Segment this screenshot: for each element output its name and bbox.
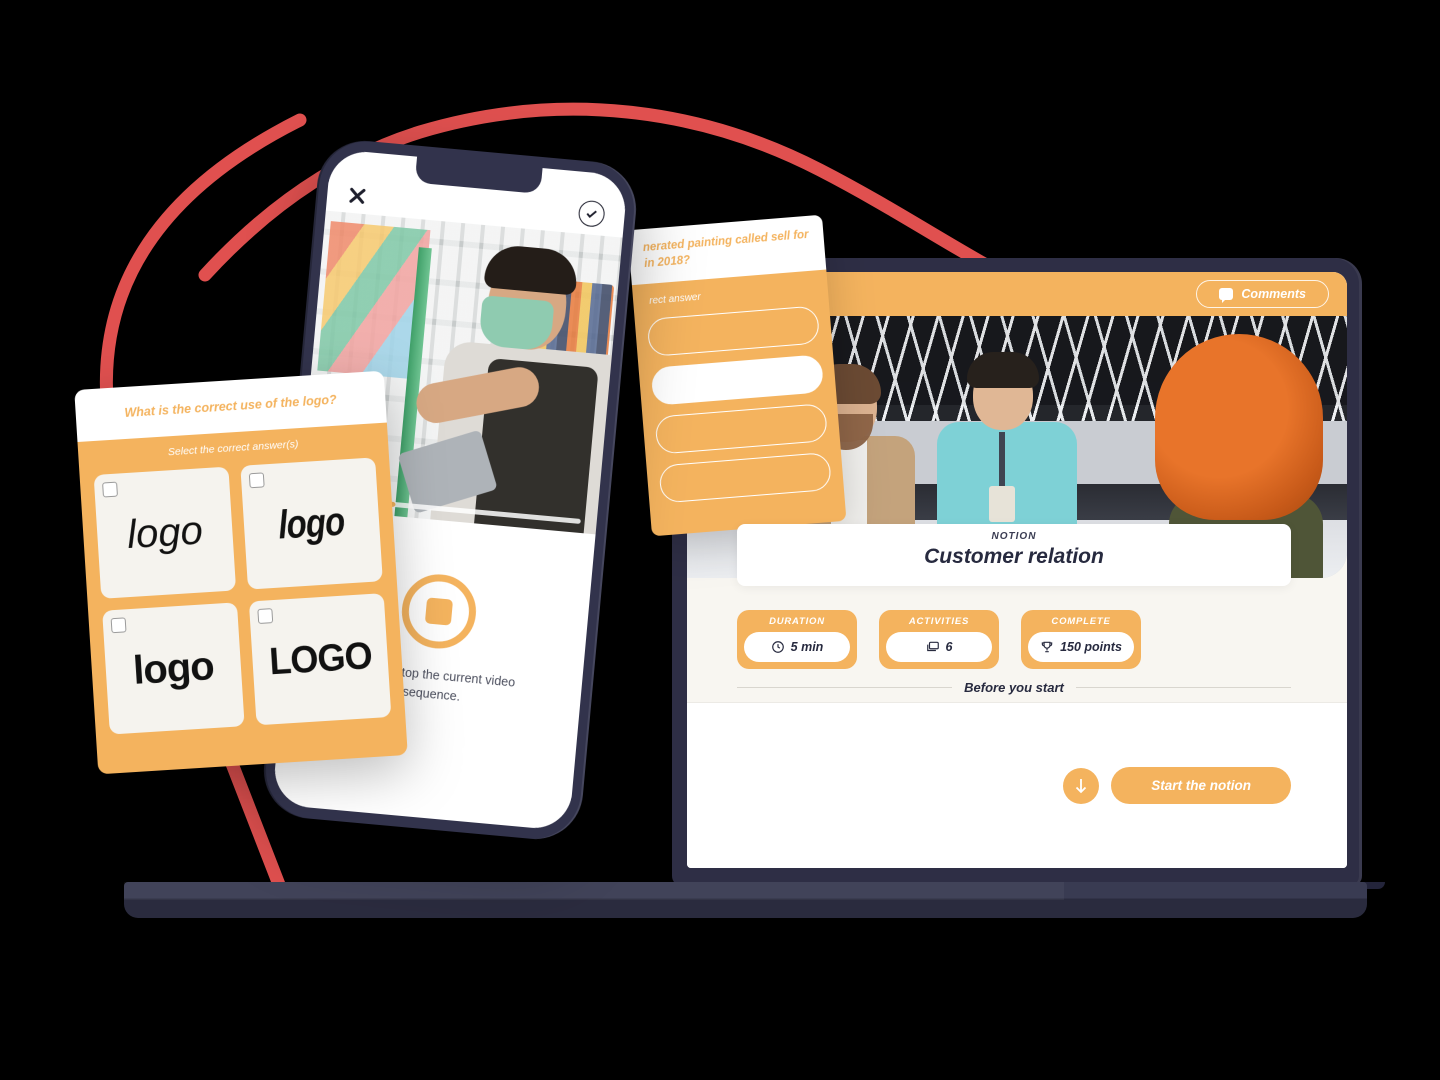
person-clerk (397, 243, 623, 535)
logo-quiz-card: What is the correct use of the logo? Sel… (74, 370, 408, 775)
screens-icon (926, 641, 939, 652)
stop-button-icon[interactable] (398, 571, 480, 652)
quiz-card-overlay: nerated painting called sell for in 2018… (627, 214, 847, 550)
composition-stage: Comments NOTION Customer relation DURATI… (0, 0, 1440, 1080)
down-arrow-icon (1076, 778, 1087, 793)
comments-label: Comments (1241, 287, 1306, 301)
logo-option[interactable]: logo (93, 466, 237, 599)
stat-complete-value: 150 points (1060, 640, 1122, 654)
stat-duration-header: DURATION (769, 616, 825, 627)
quiz-answer-option[interactable] (658, 451, 832, 504)
logo-option[interactable]: LOGO (248, 593, 392, 726)
footer-action-bar: Start the notion (687, 702, 1347, 868)
quiz-answer-option[interactable] (650, 354, 825, 406)
stat-activities-header: ACTIVITIES (908, 616, 970, 627)
stat-complete-header: COMPLETE (1051, 616, 1111, 627)
stop-square (424, 597, 454, 626)
logo-quiz-options: logo logo logo LOGO (93, 457, 392, 735)
stat-duration-value: 5 min (790, 640, 824, 654)
laptop-base (124, 882, 1367, 918)
logo-option-checkbox[interactable] (102, 481, 118, 498)
quiz-answer-option[interactable] (646, 305, 821, 357)
clock-icon (771, 641, 784, 653)
logo-quiz-body: Select the correct answer(s) logo logo l… (77, 422, 408, 775)
logo-option-label: logo (277, 499, 346, 548)
stats-row: DURATION 5 min ACTIVITIES 6 COMPLETE 150… (737, 610, 1141, 669)
logo-option-checkbox[interactable] (257, 608, 274, 625)
logo-option-checkbox[interactable] (110, 617, 127, 634)
logo-option[interactable]: logo (240, 457, 383, 590)
chat-bubble-icon (1219, 288, 1234, 303)
scroll-down-button[interactable] (1063, 767, 1100, 804)
logo-quiz-subtitle: Select the correct answer(s) (167, 438, 299, 459)
check-circle-icon[interactable] (577, 199, 606, 228)
logo-option-label: logo (131, 643, 215, 693)
stat-activities-value: 6 (945, 640, 953, 654)
divider-line-left (737, 687, 953, 688)
notion-kicker: NOTION (991, 531, 1037, 542)
close-icon[interactable] (346, 185, 368, 207)
notion-card: NOTION Customer relation (737, 524, 1291, 586)
logo-option[interactable]: logo (102, 602, 245, 735)
logo-quiz-question: What is the correct use of the logo? (124, 392, 338, 420)
logo-option-label: LOGO (267, 635, 373, 684)
divider-line-right (1075, 687, 1292, 688)
stat-complete: COMPLETE 150 points (1021, 610, 1141, 669)
logo-option-checkbox[interactable] (248, 472, 265, 489)
stat-activities: ACTIVITIES 6 (879, 610, 999, 669)
stat-duration: DURATION 5 min (737, 610, 857, 669)
logo-option-label: logo (125, 508, 204, 558)
start-notion-button[interactable]: Start the notion (1111, 767, 1291, 804)
trophy-icon (1041, 641, 1053, 653)
quiz-subtitle: rect answer (648, 291, 702, 307)
notion-title: Customer relation (924, 545, 1104, 568)
quiz-question: nerated painting called sell for in 2018… (642, 228, 810, 270)
before-you-start-divider: Before you start (737, 680, 1292, 695)
quiz-answer-option[interactable] (654, 403, 829, 455)
comments-button[interactable]: Comments (1196, 280, 1329, 308)
quiz-card-body: rect answer (631, 269, 847, 537)
divider-label: Before you start (964, 680, 1064, 695)
